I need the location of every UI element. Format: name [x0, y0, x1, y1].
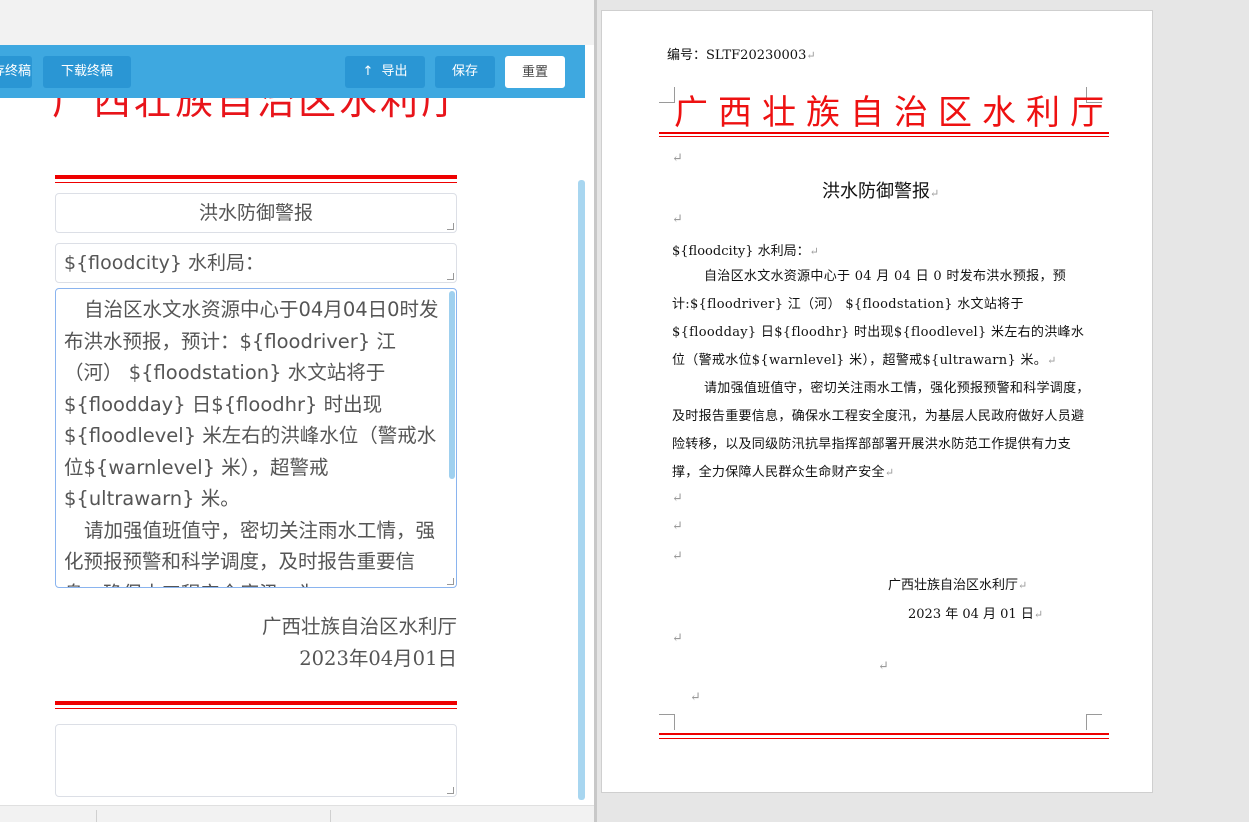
preview-pane: 编号：SLTF20230003↵ 广西壮族自治区水利厅 ↵ 洪水防御警报↵ ↵ …	[597, 0, 1249, 822]
paragraph-mark: ↵	[672, 631, 683, 646]
document-red-rule-bottom-thick	[659, 733, 1109, 735]
document-signature-org-text: 广西壮族自治区水利厅	[888, 578, 1019, 593]
reset-button[interactable]: 重置	[505, 56, 565, 88]
save-final-button[interactable]: 保存终稿	[0, 56, 32, 88]
editor-toolbar: 保存终稿 下载终稿 ↑ 导出 保存 重置	[0, 45, 585, 98]
signature-org: 广西壮族自治区水利厅	[261, 615, 457, 638]
paragraph-mark: ↵	[930, 187, 940, 200]
paragraph-mark: ↵	[672, 151, 683, 166]
save-final-label: 保存终稿	[0, 64, 31, 79]
document-signature-date-text: 2023 年 04 月 01 日	[908, 607, 1034, 622]
greeting-field[interactable]: ${floodcity} 水利局：	[55, 243, 457, 283]
greeting-field-value: ${floodcity} 水利局：	[64, 252, 265, 274]
crop-mark-icon	[659, 714, 675, 730]
paragraph-mark: ↵	[672, 519, 683, 534]
title-field-value: 洪水防御警报	[198, 202, 313, 224]
download-final-label: 下载终稿	[60, 64, 113, 79]
paragraph-mark: ↵	[672, 212, 683, 227]
document-paragraph-text: 自治区水文水资源中心于 04 月 04 日 0 时发布洪水预报，预计:${flo…	[672, 269, 1085, 368]
title-field[interactable]: 洪水防御警报	[55, 193, 457, 233]
document-signature-date: 2023 年 04 月 01 日↵	[908, 603, 1043, 622]
document-red-rule-thin	[659, 136, 1109, 137]
document-paragraph-text: 请加强值班值守，密切关注雨水工情，强化预报预警和科学调度，及时报告重要信息，确保…	[672, 381, 1090, 480]
editor-top-bar	[0, 0, 596, 45]
document-title: 广西壮族自治区水利厅	[674, 93, 1114, 133]
upload-arrow-icon: ↑	[362, 64, 374, 79]
document-red-rule-thick	[659, 132, 1109, 134]
editor-pane: 广西壮族自治区水利厅 保存终稿 下载终稿 ↑ 导出 保存 重置 洪水防御警报 ${…	[0, 0, 596, 822]
save-label: 保存	[451, 64, 478, 79]
paragraph-mark: ↵	[809, 245, 819, 258]
document-paragraph: 请加强值班值守，密切关注雨水工情，强化预报预警和科学调度，及时报告重要信息，确保…	[672, 375, 1097, 487]
editor-scrollbar[interactable]	[578, 180, 585, 800]
paragraph-mark: ↵	[1018, 579, 1028, 592]
paragraph-mark: ↵	[1033, 608, 1044, 621]
paragraph-mark: ↵	[878, 659, 889, 674]
resize-handle-icon[interactable]	[447, 578, 454, 585]
export-label: 导出	[381, 64, 408, 79]
bottom-bar-divider	[330, 810, 331, 822]
document-page: 编号：SLTF20230003↵ 广西壮族自治区水利厅 ↵ 洪水防御警报↵ ↵ …	[601, 10, 1153, 793]
download-final-button[interactable]: 下载终稿	[43, 56, 131, 88]
red-rule-bottom-thick	[55, 701, 457, 705]
red-rule-top-thin	[55, 182, 457, 183]
paragraph-mark: ↵	[690, 690, 701, 705]
document-greeting: ${floodcity} 水利局：↵	[672, 240, 819, 259]
signature-date: 2023年04月01日	[299, 647, 457, 670]
footer-textarea[interactable]	[55, 724, 457, 797]
document-subtitle: 洪水防御警报↵	[822, 177, 939, 203]
paragraph-mark: ↵	[672, 549, 683, 564]
crop-mark-icon	[659, 87, 675, 103]
body-paragraph: 自治区水文水资源中心于04月04日0时发布洪水预报，预计：${floodrive…	[64, 298, 439, 510]
body-paragraph: 请加强值班值守，密切关注雨水工情，强化预报预警和科学调度，及时报告重要信息，确保…	[64, 518, 436, 588]
paragraph-mark: ↵	[806, 49, 816, 62]
paragraph-mark: ↵	[1047, 354, 1057, 367]
document-greeting-text: ${floodcity} 水利局：	[672, 244, 810, 259]
resize-handle-icon[interactable]	[447, 273, 454, 280]
document-paragraph: 自治区水文水资源中心于 04 月 04 日 0 时发布洪水预报，预计:${flo…	[672, 263, 1097, 375]
red-rule-bottom-thin	[55, 708, 457, 709]
paragraph-mark: ↵	[884, 466, 895, 479]
document-number-text: 编号：SLTF20230003	[667, 48, 807, 63]
paragraph-mark: ↵	[672, 491, 683, 506]
document-red-rule-bottom-thin	[659, 738, 1109, 739]
crop-mark-icon	[1086, 714, 1102, 730]
textarea-scrollbar[interactable]	[449, 291, 455, 479]
resize-handle-icon[interactable]	[447, 223, 454, 230]
export-button[interactable]: ↑ 导出	[345, 56, 425, 88]
document-body: 自治区水文水资源中心于 04 月 04 日 0 时发布洪水预报，预计:${flo…	[672, 263, 1097, 487]
document-number: 编号：SLTF20230003↵	[667, 44, 816, 63]
document-subtitle-text: 洪水防御警报	[822, 181, 930, 202]
editor-bottom-bar	[0, 805, 596, 822]
reset-label: 重置	[521, 65, 548, 80]
red-rule-top-thick	[55, 175, 457, 179]
bottom-bar-divider	[96, 810, 97, 822]
body-textarea[interactable]: 自治区水文水资源中心于04月04日0时发布洪水预报，预计：${floodrive…	[55, 288, 457, 588]
save-button[interactable]: 保存	[435, 56, 495, 88]
resize-handle-icon[interactable]	[447, 787, 454, 794]
document-signature-org: 广西壮族自治区水利厅↵	[888, 574, 1027, 593]
